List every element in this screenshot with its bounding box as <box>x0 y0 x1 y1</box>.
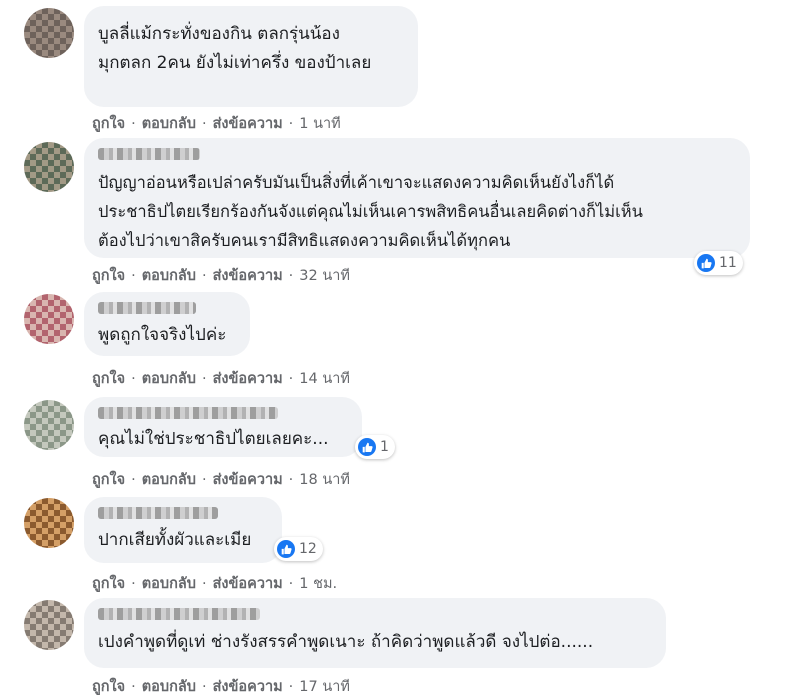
comment-text: เปงคำพูดที่ดูเท่ ช่างรังสรรคำพูดเนาะ ถ้า… <box>98 632 594 652</box>
commenter-name-blurred[interactable] <box>98 148 200 160</box>
comment-bubble: ปัญญาอ่อนหรือเปล่าครับมันเป็นสิ่งที่เค้า… <box>84 138 750 258</box>
comment-timestamp[interactable]: 14 นาที <box>299 367 350 390</box>
reply-link[interactable]: ตอบกลับ <box>142 675 196 698</box>
comment-timestamp[interactable]: 32 นาที <box>299 264 350 287</box>
like-link[interactable]: ถูกใจ <box>92 468 125 491</box>
avatar[interactable] <box>24 498 74 548</box>
like-link[interactable]: ถูกใจ <box>92 264 125 287</box>
reaction-count[interactable]: 12 <box>274 537 323 561</box>
commenter-name-blurred[interactable] <box>98 507 218 519</box>
reaction-count[interactable]: 1 <box>355 435 395 459</box>
avatar[interactable] <box>24 400 74 450</box>
comment-bubble: บูลลี่แม้กระทั่งของกิน ตลกรุ่นน้อง มุกตล… <box>84 6 418 107</box>
comment-text: พูดถูกใจจริงไปค่ะ <box>98 325 227 345</box>
comment-bubble: ปากเสียทั้งผัวและเมีย <box>84 497 282 563</box>
message-link[interactable]: ส่งข้อความ <box>213 572 283 595</box>
comment-actions: ถูกใจ · ตอบกลับ · ส่งข้อความ · 17 นาที <box>92 675 350 698</box>
reaction-count[interactable]: 11 <box>694 251 743 275</box>
avatar[interactable] <box>24 294 74 344</box>
reply-link[interactable]: ตอบกลับ <box>142 264 196 287</box>
reply-link[interactable]: ตอบกลับ <box>142 572 196 595</box>
comment-actions: ถูกใจ · ตอบกลับ · ส่งข้อความ · 32 นาที <box>92 264 350 287</box>
comment-text: บูลลี่แม้กระทั่งของกิน ตลกรุ่นน้อง มุกตล… <box>98 24 372 73</box>
comment-bubble: คุณไม่ใช่ประชาธิปไตยเลยคะ... <box>84 397 362 457</box>
comment-actions: ถูกใจ · ตอบกลับ · ส่งข้อความ · 14 นาที <box>92 367 350 390</box>
like-link[interactable]: ถูกใจ <box>92 572 125 595</box>
comment-actions: ถูกใจ · ตอบกลับ · ส่งข้อความ · 1 นาที <box>92 112 341 135</box>
message-link[interactable]: ส่งข้อความ <box>213 367 283 390</box>
comment-timestamp[interactable]: 17 นาที <box>299 675 350 698</box>
comment-timestamp[interactable]: 1 ชม. <box>299 572 337 595</box>
comment-bubble: เปงคำพูดที่ดูเท่ ช่างรังสรรคำพูดเนาะ ถ้า… <box>84 598 666 668</box>
comment-text: ปากเสียทั้งผัวและเมีย <box>98 530 252 550</box>
reply-link[interactable]: ตอบกลับ <box>142 468 196 491</box>
comment-actions: ถูกใจ · ตอบกลับ · ส่งข้อความ · 1 ชม. <box>92 572 337 595</box>
like-link[interactable]: ถูกใจ <box>92 675 125 698</box>
like-link[interactable]: ถูกใจ <box>92 367 125 390</box>
like-link[interactable]: ถูกใจ <box>92 112 125 135</box>
comment-timestamp[interactable]: 18 นาที <box>299 468 350 491</box>
comment-bubble: พูดถูกใจจริงไปค่ะ <box>84 292 250 356</box>
message-link[interactable]: ส่งข้อความ <box>213 112 283 135</box>
comment-text: คุณไม่ใช่ประชาธิปไตยเลยคะ... <box>98 429 329 449</box>
comment-text: ปัญญาอ่อนหรือเปล่าครับมันเป็นสิ่งที่เค้า… <box>98 173 643 250</box>
commenter-name-blurred[interactable] <box>98 302 196 314</box>
avatar[interactable] <box>24 142 74 192</box>
reaction-count-value: 1 <box>380 439 389 455</box>
commenter-name-blurred[interactable] <box>98 608 260 620</box>
avatar[interactable] <box>24 8 74 58</box>
avatar[interactable] <box>24 600 74 650</box>
reply-link[interactable]: ตอบกลับ <box>142 367 196 390</box>
comment-actions: ถูกใจ · ตอบกลับ · ส่งข้อความ · 18 นาที <box>92 468 350 491</box>
thumbs-up-icon <box>358 438 376 456</box>
message-link[interactable]: ส่งข้อความ <box>213 468 283 491</box>
reaction-count-value: 11 <box>719 255 737 271</box>
reaction-count-value: 12 <box>299 541 317 557</box>
reply-link[interactable]: ตอบกลับ <box>142 112 196 135</box>
thumbs-up-icon <box>277 540 295 558</box>
comment-timestamp[interactable]: 1 นาที <box>299 112 340 135</box>
message-link[interactable]: ส่งข้อความ <box>213 675 283 698</box>
commenter-name-blurred[interactable] <box>98 407 278 419</box>
thumbs-up-icon <box>697 254 715 272</box>
message-link[interactable]: ส่งข้อความ <box>213 264 283 287</box>
